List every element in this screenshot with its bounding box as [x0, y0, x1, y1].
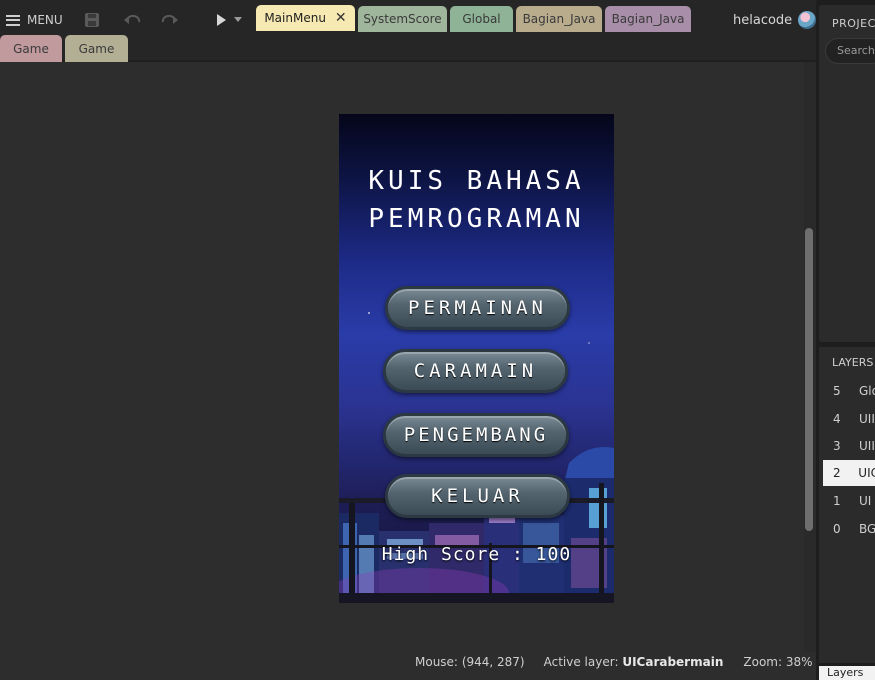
tab-game-1[interactable]: Game: [0, 35, 62, 62]
tab-label: SystemScore: [363, 12, 442, 26]
tab-game-2[interactable]: Game: [65, 35, 128, 62]
active-layer-label: Active layer:: [543, 655, 619, 669]
game-preview[interactable]: KUIS BAHASA PEMROGRAMAN PERMAINAN CARAMA…: [339, 114, 614, 603]
status-bar: Mouse: (944, 287) Active layer: UICarabe…: [415, 655, 813, 669]
layer-name: UI: [859, 494, 872, 508]
layer-row[interactable]: 5 Glo: [823, 378, 875, 404]
close-icon[interactable]: ✕: [335, 10, 347, 26]
hamburger-icon: [6, 14, 20, 26]
user-account[interactable]: helacode: [733, 11, 817, 29]
tab-label: MainMenu: [264, 11, 326, 25]
layer-name: UII: [859, 412, 875, 426]
layer-number: 0: [833, 522, 841, 536]
layer-number: 1: [833, 494, 841, 508]
tab-label: Global: [462, 12, 501, 26]
game-title-line-1: KUIS BAHASA: [368, 166, 585, 196]
exit-button[interactable]: KELUAR: [385, 474, 570, 518]
project-panel: PROJEC Search: [819, 5, 875, 342]
how-to-play-button[interactable]: CARAMAIN: [383, 349, 568, 393]
tab-label: Bagian_Java: [522, 12, 596, 26]
tab-mainmenu[interactable]: MainMenu ✕: [256, 5, 355, 31]
layer-row[interactable]: 1 UI: [823, 488, 875, 514]
zoom-label: Zoom:: [743, 655, 783, 669]
layer-number: 2: [833, 466, 841, 480]
redo-icon[interactable]: [160, 10, 180, 30]
play-game-button[interactable]: PERMAINAN: [385, 286, 570, 330]
game-title-line-2: PEMROGRAMAN: [368, 204, 585, 234]
zoom-value: 38%: [785, 655, 813, 669]
layer-number: 4: [833, 412, 841, 426]
layer-name: BG: [859, 522, 875, 536]
layer-name: Glo: [859, 384, 875, 398]
layer-number: 5: [833, 384, 841, 398]
tab-bagian-java-2[interactable]: Bagian_Java: [605, 6, 691, 32]
mouse-label: Mouse:: [415, 655, 458, 669]
layers-panel: LAYERS 5 Glo 4 UII 3 UII 2 UIC 1 UI 0 BG: [819, 347, 875, 663]
tab-row-secondary: Game Game: [0, 34, 816, 62]
layer-row-selected[interactable]: 2 UIC: [823, 460, 875, 486]
menu-label: MENU: [27, 13, 63, 27]
avatar: [798, 11, 817, 29]
scrollbar-thumb[interactable]: [805, 228, 813, 531]
project-panel-title: PROJEC: [832, 17, 875, 30]
tab-label: Game: [13, 41, 49, 56]
top-toolbar: MENU MainMenu ✕ SystemScore Global Bagia…: [0, 0, 817, 34]
mouse-coordinates: (944, 287): [461, 655, 525, 669]
developer-button[interactable]: PENGEMBANG: [383, 413, 569, 457]
floppy-disk-icon[interactable]: [82, 10, 102, 30]
undo-icon[interactable]: [122, 10, 142, 30]
project-search-input[interactable]: Search: [825, 38, 875, 64]
layer-name: UII: [859, 439, 875, 453]
layer-row[interactable]: 0 BG: [823, 516, 875, 542]
tab-bagian-java-1[interactable]: Bagian_Java: [516, 6, 602, 32]
high-score-text: High Score : 100: [381, 544, 572, 565]
tab-global[interactable]: Global: [450, 6, 513, 32]
layer-name: UIC: [858, 466, 875, 480]
tab-label: Bagian_Java: [611, 12, 685, 26]
tab-label: Game: [78, 41, 115, 56]
layer-row[interactable]: 3 UII: [823, 433, 875, 459]
layers-bottom-tab[interactable]: Layers: [819, 666, 875, 680]
layer-number: 3: [833, 439, 841, 453]
layer-row[interactable]: 4 UII: [823, 406, 875, 432]
username: helacode: [733, 12, 793, 28]
active-layer-value: UICarabermain: [622, 655, 724, 669]
chevron-down-icon[interactable]: [228, 10, 248, 30]
layers-panel-title: LAYERS: [832, 356, 874, 369]
menu-button[interactable]: MENU: [6, 10, 63, 30]
tab-systemscore[interactable]: SystemScore: [358, 6, 447, 32]
